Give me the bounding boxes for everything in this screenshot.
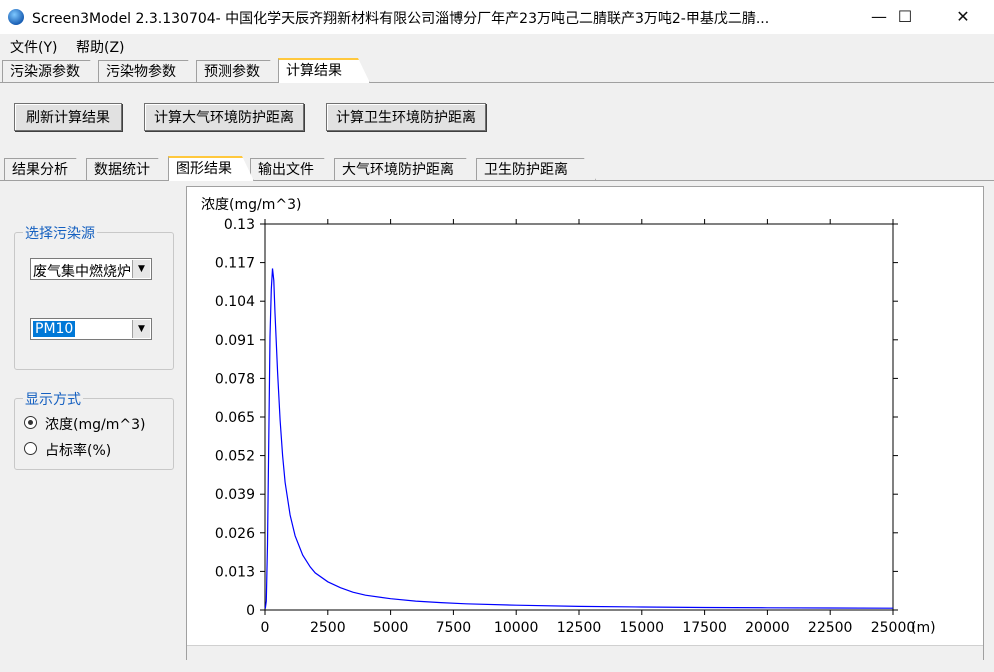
pollutant-combobox[interactable]: PM10 ▼ (30, 318, 152, 340)
close-button[interactable]: ✕ (940, 0, 986, 34)
radio-concentration-label: 浓度(mg/m^3) (45, 417, 146, 433)
pollutant-combobox-value: PM10 (33, 321, 76, 337)
source-combobox-value: 废气集中燃烧炉 (33, 264, 131, 280)
y-tick-label: 0.039 (215, 487, 255, 503)
concentration-chart: 浓度(mg/m^3) 0 0.013 0.026 0.039 0.052 0.065 0.07… (201, 197, 936, 636)
x-tick-label: 20000 (745, 620, 790, 636)
radio-ratio[interactable] (24, 442, 37, 455)
y-tick-label: 0 (246, 603, 255, 619)
menu-help[interactable]: 帮助(Z) (76, 37, 125, 57)
chart-horizontal-scrollbar[interactable] (187, 645, 983, 660)
tab-source-params[interactable]: 污染源参数 (2, 60, 102, 82)
radio-concentration[interactable] (24, 416, 37, 429)
display-group-title: 显示方式 (23, 389, 83, 409)
x-tick-label: 15000 (620, 620, 665, 636)
x-tick-label: 25000 (871, 620, 916, 636)
x-tick-label: 22500 (808, 620, 853, 636)
y-tick-label: 0.052 (215, 449, 255, 465)
sub-tab-divider (0, 180, 994, 181)
y-tick-label: 0.117 (215, 256, 255, 272)
x-tick-label: 12500 (557, 620, 602, 636)
plot-frame (264, 223, 894, 611)
source-combobox[interactable]: 废气集中燃烧炉 ▼ (30, 258, 152, 280)
chevron-down-icon[interactable]: ▼ (132, 260, 150, 278)
x-tick-label: 17500 (682, 620, 727, 636)
concentration-series-line (264, 268, 894, 609)
y-tick-label: 0.026 (215, 526, 255, 542)
tab-graph-results[interactable]: 图形结果 (168, 156, 254, 181)
window-title: Screen3Model 2.3.130704- 中国化学天辰齐翔新材料有限公司… (32, 11, 770, 27)
y-tick-label: 0.104 (215, 294, 255, 310)
main-tab-divider (0, 82, 994, 83)
calc-atmos-distance-button[interactable]: 计算大气环境防护距离 (144, 103, 304, 131)
x-tick-label: 10000 (494, 620, 539, 636)
tab-calc-results[interactable]: 计算结果 (278, 58, 370, 83)
x-axis-unit: (m) (911, 620, 936, 636)
source-group-title: 选择污染源 (23, 223, 97, 243)
app-icon (8, 9, 24, 25)
x-tick-label: 7500 (436, 620, 472, 636)
menu-file[interactable]: 文件(Y) (10, 37, 57, 57)
maximize-button[interactable]: ☐ (882, 0, 928, 34)
tab-pollutant-params[interactable]: 污染物参数 (98, 60, 200, 82)
x-tick-label: 2500 (310, 620, 346, 636)
tab-atmos-distance[interactable]: 大气环境防护距离 (334, 158, 478, 180)
chevron-down-icon[interactable]: ▼ (132, 320, 150, 338)
y-tick-label: 0.091 (215, 333, 255, 349)
y-tick-label: 0.013 (215, 564, 255, 580)
tab-prediction-params[interactable]: 预测参数 (196, 60, 282, 82)
x-tick-label: 5000 (373, 620, 409, 636)
refresh-results-button[interactable]: 刷新计算结果 (14, 103, 122, 131)
tab-data-stats[interactable]: 数据统计 (86, 158, 170, 180)
x-tick-label: 0 (261, 620, 270, 636)
y-tick-label: 0.065 (215, 410, 255, 426)
y-tick-label: 0.13 (224, 217, 255, 233)
radio-ratio-label: 占标率(%) (45, 443, 112, 459)
tab-output-files[interactable]: 输出文件 (250, 158, 336, 180)
menu-bar: 文件(Y) 帮助(Z) (0, 34, 994, 56)
tab-result-analysis[interactable]: 结果分析 (4, 158, 88, 180)
title-bar: Screen3Model 2.3.130704- 中国化学天辰齐翔新材料有限公司… (0, 0, 994, 34)
tab-health-distance[interactable]: 卫生防护距离 (476, 158, 596, 180)
chart-panel: 浓度(mg/m^3) 0 0.013 0.026 0.039 0.052 0.065 0.07… (186, 186, 984, 660)
calc-health-distance-button[interactable]: 计算卫生环境防护距离 (326, 103, 486, 131)
source-select-group: 选择污染源 (14, 223, 174, 370)
y-axis-label: 浓度(mg/m^3) (201, 197, 301, 213)
y-tick-label: 0.078 (215, 371, 255, 387)
